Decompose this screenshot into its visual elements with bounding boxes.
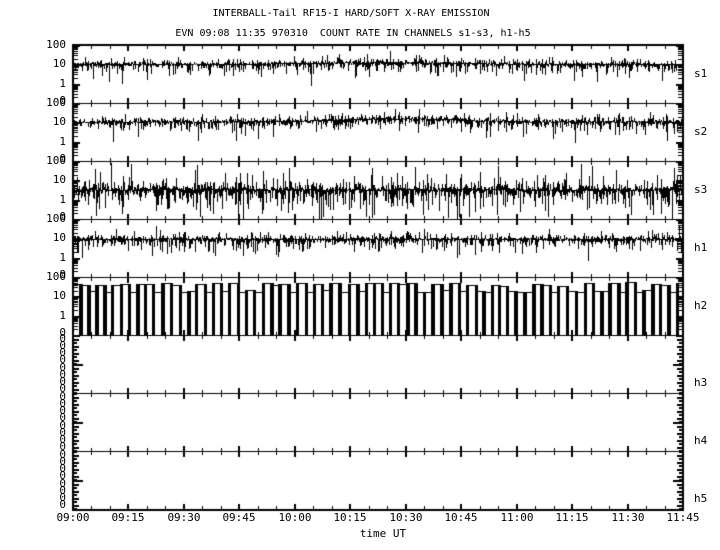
x-tick-label: 10:15 — [333, 511, 367, 524]
x-tick-label: 11:00 — [500, 511, 534, 524]
y-tick-label: 100 — [46, 38, 66, 51]
chart-subtitle: EVN 09:08 11:35 970310 COUNT RATE IN CHA… — [175, 28, 531, 39]
y-tick-label: 100 — [46, 154, 66, 167]
channel-label-s2: s2 — [694, 125, 708, 138]
figure-root: INTERBALL-Tail RF15-I HARD/SOFT X-RAY EM… — [0, 0, 720, 550]
y-tick-label: 1 — [59, 251, 66, 264]
channel-label-h2: h2 — [694, 299, 708, 312]
channel-label-s3: s3 — [694, 183, 708, 196]
y-tick-label: 100 — [46, 270, 66, 283]
channel-label-h5: h5 — [694, 492, 708, 505]
y-tick-label: 100 — [46, 212, 66, 225]
y-tick-label: 10 — [52, 289, 66, 302]
x-tick-label: 10:30 — [389, 511, 423, 524]
x-axis-title: time UT — [359, 527, 407, 540]
channel-label-s1: s1 — [694, 67, 708, 80]
plot-canvas — [0, 0, 720, 550]
x-tick-label: 09:45 — [222, 511, 256, 524]
y-tick-label: 1 — [59, 77, 66, 90]
channel-label-h4: h4 — [694, 434, 708, 447]
x-tick-label: 11:30 — [611, 511, 645, 524]
y-tick-label: 100 — [46, 96, 66, 109]
y-tick-label: 1 — [59, 193, 66, 206]
y-tick-label: 10 — [52, 57, 66, 70]
x-tick-label: 09:15 — [111, 511, 145, 524]
x-tick-label: 09:30 — [167, 511, 201, 524]
channel-label-h1: h1 — [694, 241, 708, 254]
y-tick-label: 10 — [52, 231, 66, 244]
x-tick-label: 10:00 — [278, 511, 312, 524]
channel-label-h3: h3 — [694, 376, 708, 389]
x-tick-label: 11:15 — [555, 511, 589, 524]
y-tick-label-zero: 0 — [59, 498, 66, 511]
y-tick-label: 10 — [52, 115, 66, 128]
chart-title: INTERBALL-Tail RF15-I HARD/SOFT X-RAY EM… — [212, 8, 490, 19]
x-tick-label: 11:45 — [666, 511, 700, 524]
y-tick-label: 1 — [59, 309, 66, 322]
y-tick-label: 1 — [59, 135, 66, 148]
x-tick-label: 09:00 — [56, 511, 90, 524]
x-tick-label: 10:45 — [444, 511, 478, 524]
y-tick-label: 10 — [52, 173, 66, 186]
